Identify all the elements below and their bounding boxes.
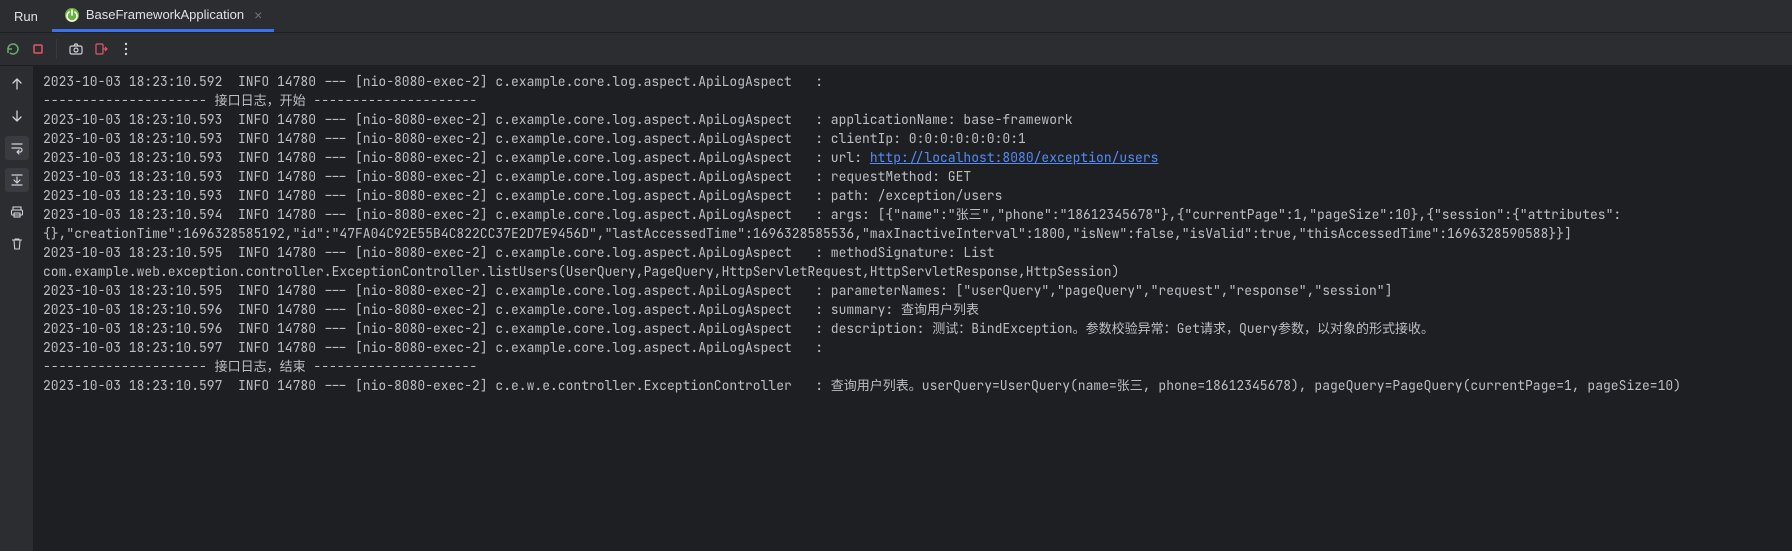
spring-boot-icon — [64, 7, 80, 23]
print-icon[interactable] — [5, 200, 29, 224]
console-line: 2023-10-03 18:23:10.595 INFO 14780 --- [… — [43, 243, 1782, 281]
trash-icon[interactable] — [5, 232, 29, 256]
scroll-to-end-icon[interactable] — [5, 168, 29, 192]
toolbar-separator — [56, 39, 57, 59]
tool-window-title: Run — [0, 0, 52, 32]
console-line: 2023-10-03 18:23:10.593 INFO 14780 --- [… — [43, 110, 1782, 129]
tool-window-header: Run BaseFrameworkApplication × — [0, 0, 1792, 33]
console-line: --------------------- 接口日志，开始 ----------… — [43, 91, 1782, 110]
down-stack-icon[interactable] — [5, 104, 29, 128]
up-stack-icon[interactable] — [5, 72, 29, 96]
body: 2023-10-03 18:23:10.592 INFO 14780 --- [… — [0, 66, 1792, 551]
exit-button[interactable] — [88, 33, 113, 65]
stop-button[interactable] — [25, 33, 50, 65]
console-sidebar — [0, 66, 33, 551]
console-link[interactable]: http://localhost:8080/exception/users — [870, 149, 1159, 166]
screenshot-button[interactable] — [63, 33, 88, 65]
rerun-button[interactable] — [0, 33, 25, 65]
run-config-tab[interactable]: BaseFrameworkApplication × — [52, 0, 274, 32]
tab-label: BaseFrameworkApplication — [86, 7, 244, 22]
console-line: --------------------- 接口日志，结束 ----------… — [43, 357, 1782, 376]
console-line: 2023-10-03 18:23:10.593 INFO 14780 --- [… — [43, 148, 1782, 167]
console-line: 2023-10-03 18:23:10.592 INFO 14780 --- [… — [43, 72, 1782, 91]
console-line: 2023-10-03 18:23:10.593 INFO 14780 --- [… — [43, 186, 1782, 205]
console-line: 2023-10-03 18:23:10.597 INFO 14780 --- [… — [43, 338, 1782, 357]
console-line: 2023-10-03 18:23:10.594 INFO 14780 --- [… — [43, 205, 1782, 243]
run-toolbar — [0, 33, 1792, 66]
close-icon[interactable]: × — [254, 7, 262, 23]
console-line: 2023-10-03 18:23:10.596 INFO 14780 --- [… — [43, 300, 1782, 319]
more-button[interactable] — [113, 33, 138, 65]
console-line: 2023-10-03 18:23:10.597 INFO 14780 --- [… — [43, 376, 1782, 395]
console-line: 2023-10-03 18:23:10.593 INFO 14780 --- [… — [43, 167, 1782, 186]
console-line: 2023-10-03 18:23:10.593 INFO 14780 --- [… — [43, 129, 1782, 148]
console-line: 2023-10-03 18:23:10.596 INFO 14780 --- [… — [43, 319, 1782, 338]
console-line: 2023-10-03 18:23:10.595 INFO 14780 --- [… — [43, 281, 1782, 300]
console-output[interactable]: 2023-10-03 18:23:10.592 INFO 14780 --- [… — [33, 66, 1792, 551]
soft-wrap-icon[interactable] — [5, 136, 29, 160]
